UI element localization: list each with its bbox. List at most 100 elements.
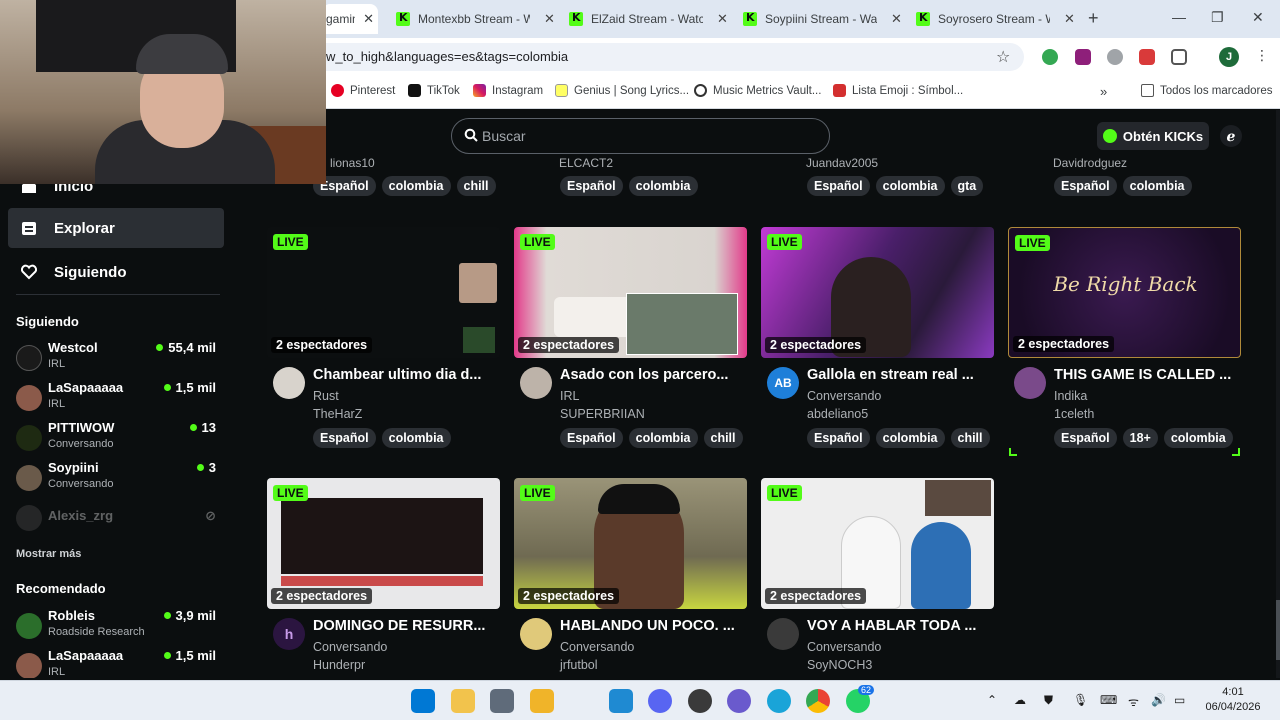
tab-elzaid[interactable]: ElZaid Stream - Watch ✕ [559, 4, 738, 34]
window-close-icon[interactable]: ✕ [1252, 9, 1264, 26]
stream-thumbnail[interactable]: LIVE 2 espectadores [267, 478, 500, 609]
url-text[interactable]: w_to_high&languages=es&tags=colombia [326, 49, 568, 64]
stream-category[interactable]: Conversando [807, 389, 881, 403]
chat-app-icon[interactable] [727, 689, 751, 713]
tag[interactable]: Español [807, 428, 870, 448]
sidebar-channel-lasapaaaaa-rec[interactable]: LaSapaaaaa IRL 1,5 mil [16, 648, 216, 678]
sidebar-channel-alexis-zrg[interactable]: Alexis_zrg ⊘ [16, 500, 216, 536]
sidebar-channel-robleis[interactable]: Robleis Roadside Research 3,9 mil [16, 608, 216, 644]
scrollbar-thumb[interactable] [1276, 600, 1280, 660]
get-kicks-button[interactable]: Obtén KICKs [1097, 122, 1209, 150]
tab-active[interactable]: gaming ✕ [322, 4, 378, 34]
bookmark-pinterest[interactable]: Pinterest [331, 84, 395, 97]
edge-icon[interactable] [767, 689, 791, 713]
close-icon[interactable]: ✕ [1064, 11, 1075, 27]
maximize-icon[interactable]: ❐ [1211, 9, 1224, 26]
bookmark-instagram[interactable]: Instagram [473, 84, 543, 97]
page-scrollbar[interactable] [1276, 110, 1280, 678]
sidebar-item-explorar[interactable]: Explorar [8, 208, 224, 248]
stream-card[interactable]: LIVE 2 espectadores h DOMINGO DE RESURR.… [267, 478, 500, 672]
tag[interactable]: 18+ [1122, 428, 1158, 448]
extension-shield-icon[interactable] [1075, 49, 1091, 65]
clock[interactable]: 4:01 06/04/2026 [1198, 685, 1268, 715]
discord-icon[interactable] [648, 689, 672, 713]
profile-avatar[interactable]: J [1219, 47, 1239, 67]
stream-title[interactable]: Asado con los parcero... [560, 367, 746, 383]
extension-green-icon[interactable] [1042, 49, 1058, 65]
streamer-name[interactable]: abdeliano5 [807, 407, 868, 421]
stream-category[interactable]: IRL [560, 389, 579, 403]
avatar[interactable] [767, 618, 799, 650]
stream-card[interactable]: LIVE 2 espectadores Chambear ultimo dia … [267, 227, 500, 421]
stream-card[interactable]: LIVE 2 espectadores Asado con los parcer… [514, 227, 747, 421]
volume-icon[interactable]: 🔊 [1151, 693, 1166, 707]
stream-thumbnail[interactable]: LIVE 2 espectadores [761, 478, 994, 609]
stream-card[interactable]: LIVE 2 espectadores VOY A HABLAR TODA ..… [761, 478, 994, 672]
sidebar-channel-soypiini[interactable]: Soypiini Conversando 3 [16, 460, 216, 496]
tag[interactable]: colombia [628, 428, 698, 448]
minimize-icon[interactable]: — [1172, 9, 1186, 25]
stream-title[interactable]: Chambear ultimo dia d... [313, 367, 499, 383]
stream-title[interactable]: DOMINGO DE RESURR... [313, 618, 499, 634]
extensions-puzzle-icon[interactable] [1171, 49, 1187, 65]
search-input[interactable]: Buscar [451, 118, 830, 154]
tag[interactable]: colombia [628, 176, 698, 196]
stream-thumbnail[interactable]: LIVE 2 espectadores [267, 227, 500, 358]
tag[interactable]: gta [950, 176, 984, 196]
tab-soypiini[interactable]: Soypiini Stream - Watc ✕ [733, 4, 912, 34]
streamer-name[interactable]: SUPERBRIIAN [560, 407, 645, 421]
all-bookmarks-button[interactable]: Todos los marcadores [1141, 84, 1273, 97]
close-icon[interactable]: ✕ [891, 11, 902, 27]
bookmark-music-metrics[interactable]: Music Metrics Vault... [694, 84, 821, 97]
tag[interactable]: colombia [875, 176, 945, 196]
battery-icon[interactable]: ▭ [1174, 693, 1185, 707]
streamer-name[interactable]: SoyNOCH3 [807, 658, 872, 672]
obs-icon[interactable] [688, 689, 712, 713]
close-icon[interactable]: ✕ [717, 11, 728, 27]
avatar[interactable] [273, 367, 305, 399]
stream-title[interactable]: THIS GAME IS CALLED ... [1054, 367, 1240, 383]
avatar[interactable]: h [273, 618, 305, 650]
chrome-icon[interactable] [806, 689, 830, 713]
tag[interactable]: Español [807, 176, 870, 196]
widgets-icon[interactable] [451, 689, 475, 713]
show-more-link[interactable]: Mostrar más [16, 548, 81, 560]
star-icon[interactable]: ☆ [996, 47, 1010, 67]
tag[interactable]: colombia [1163, 428, 1233, 448]
vscode-icon[interactable] [609, 689, 633, 713]
tag[interactable]: Español [1054, 428, 1117, 448]
avatar[interactable] [520, 367, 552, 399]
stream-thumbnail[interactable]: LIVE 2 espectadores [514, 227, 747, 358]
sidebar-item-siguiendo[interactable]: Siguiendo [8, 252, 224, 292]
tag[interactable]: colombia [381, 428, 451, 448]
stream-title[interactable]: Gallola en stream real ... [807, 367, 993, 383]
extension-gray-icon[interactable] [1107, 49, 1123, 65]
tab-montexbb[interactable]: Montexbb Stream - Wa ✕ [386, 4, 565, 34]
stream-card[interactable]: Be Right Back LIVE 2 espectadores THIS G… [1008, 227, 1241, 421]
user-avatar[interactable]: ℯ [1220, 125, 1242, 147]
menu-dots-icon[interactable]: ⋮ [1255, 47, 1269, 64]
stream-category[interactable]: Rust [313, 389, 339, 403]
start-icon[interactable] [411, 689, 435, 713]
new-tab-button[interactable]: + [1088, 8, 1099, 29]
stream-card[interactable]: LIVE 2 espectadores AB Gallola en stream… [761, 227, 994, 421]
sidebar-channel-westcol[interactable]: Westcol IRL 55,4 mil [16, 340, 216, 376]
streamer-name[interactable]: jrfutbol [560, 658, 598, 672]
stream-title[interactable]: VOY A HABLAR TODA ... [807, 618, 993, 634]
stream-category[interactable]: Conversando [807, 640, 881, 654]
streamer-name[interactable]: TheHarZ [313, 407, 362, 421]
close-icon[interactable]: ✕ [363, 11, 374, 27]
tag[interactable]: chill [703, 428, 743, 448]
stream-category[interactable]: Conversando [313, 640, 387, 654]
stream-title[interactable]: HABLANDO UN POCO. ... [560, 618, 746, 634]
keyboard-icon[interactable]: ⌨ [1100, 693, 1117, 707]
bookmarks-overflow-icon[interactable]: » [1100, 84, 1107, 99]
bookmark-lista-emoji[interactable]: Lista Emoji : Símbol... [833, 84, 963, 97]
microphone-icon[interactable]: 🎙 [1073, 693, 1088, 707]
bookmark-genius[interactable]: Genius | Song Lyrics... [555, 84, 689, 97]
streamer-name[interactable]: Hunderpr [313, 658, 365, 672]
stream-thumbnail[interactable]: LIVE 2 espectadores [761, 227, 994, 358]
tag[interactable]: colombia [875, 428, 945, 448]
tag[interactable]: chill [456, 176, 496, 196]
avatar[interactable] [1014, 367, 1046, 399]
